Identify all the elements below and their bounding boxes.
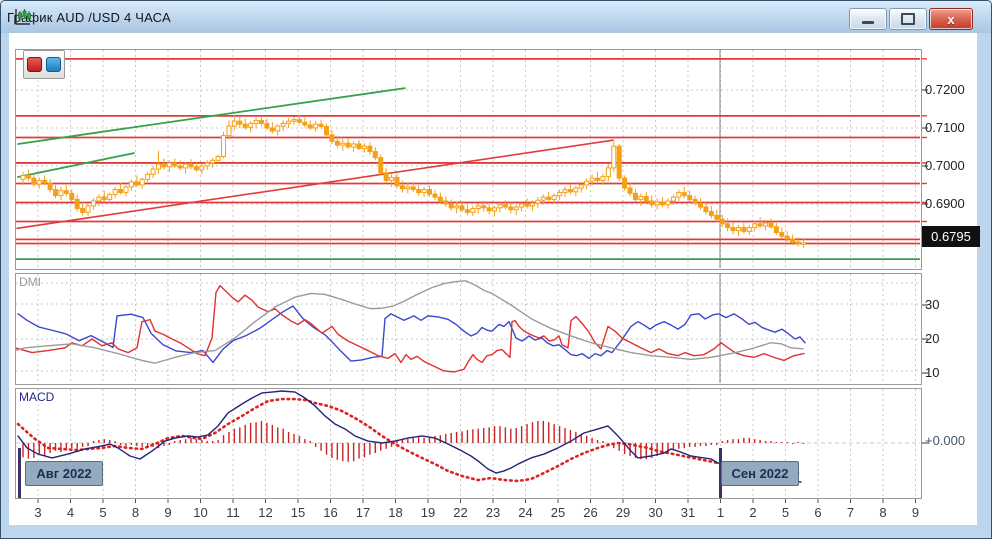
x-axis-label: 1 [707,505,735,520]
x-axis-label: 23 [479,505,507,520]
maximize-button[interactable] [889,8,927,30]
x-axis-label: 5 [772,505,800,520]
price-axis-label: 0.7100 [925,120,965,135]
price-chart-panel[interactable] [15,49,922,270]
dmi-axis-label: 30 [925,297,939,312]
minimize-button[interactable] [849,8,887,30]
red-square-button[interactable] [27,57,42,72]
dmi-label: DMI [19,275,41,289]
x-axis-label: 2 [739,505,767,520]
x-axis-label: 19 [414,505,442,520]
month-badge-september: Сен 2022 [721,461,799,486]
x-axis-label: 17 [349,505,377,520]
x-axis-label: 24 [512,505,540,520]
dmi-panel[interactable] [15,273,922,385]
macd-label: MACD [19,390,54,404]
candlestick-chart-icon [13,7,33,27]
x-axis-label: 18 [382,505,410,520]
x-axis-label: 3 [24,505,52,520]
x-axis-label: 26 [577,505,605,520]
x-axis-label: 9 [154,505,182,520]
chart-mini-toolbar [23,50,65,79]
price-axis-label: 0.6900 [925,196,965,211]
dmi-axis-label: 20 [925,331,939,346]
chart-window: График AUD /USD 4 ЧАСА x DMI MACD 0.7200… [0,0,992,539]
x-axis-label: 8 [122,505,150,520]
x-axis-label: 4 [57,505,85,520]
x-axis-label: 22 [447,505,475,520]
x-axis-label: 15 [284,505,312,520]
month-badge-august: Авг 2022 [25,461,103,486]
blue-square-button[interactable] [46,57,61,72]
price-axis-label: 0.7200 [925,82,965,97]
x-axis-label: 31 [674,505,702,520]
x-axis-label: 9 [902,505,930,520]
price-axis-label: 0.7000 [925,158,965,173]
x-axis-label: 10 [187,505,215,520]
x-axis-label: 8 [869,505,897,520]
title-bar[interactable]: График AUD /USD 4 ЧАСА x [1,1,991,33]
x-axis-label: 16 [317,505,345,520]
x-axis-label: 30 [642,505,670,520]
x-axis-label: 7 [837,505,865,520]
x-axis-label: 29 [609,505,637,520]
close-icon: x [947,12,954,27]
x-axis-label: 25 [544,505,572,520]
x-axis-label: 6 [804,505,832,520]
x-axis-label: 12 [252,505,280,520]
macd-zero-label: +0.000 [925,433,965,448]
chart-client-area: DMI MACD 0.72000.71000.70000.6900 302010… [9,33,977,525]
minimize-icon [862,21,874,24]
maximize-icon [901,13,915,25]
close-button[interactable]: x [929,8,973,30]
x-axis-label: 5 [89,505,117,520]
current-price-badge: 0.6795 [922,226,980,247]
x-axis-label: 11 [219,505,247,520]
dmi-axis-label: 10 [925,365,939,380]
